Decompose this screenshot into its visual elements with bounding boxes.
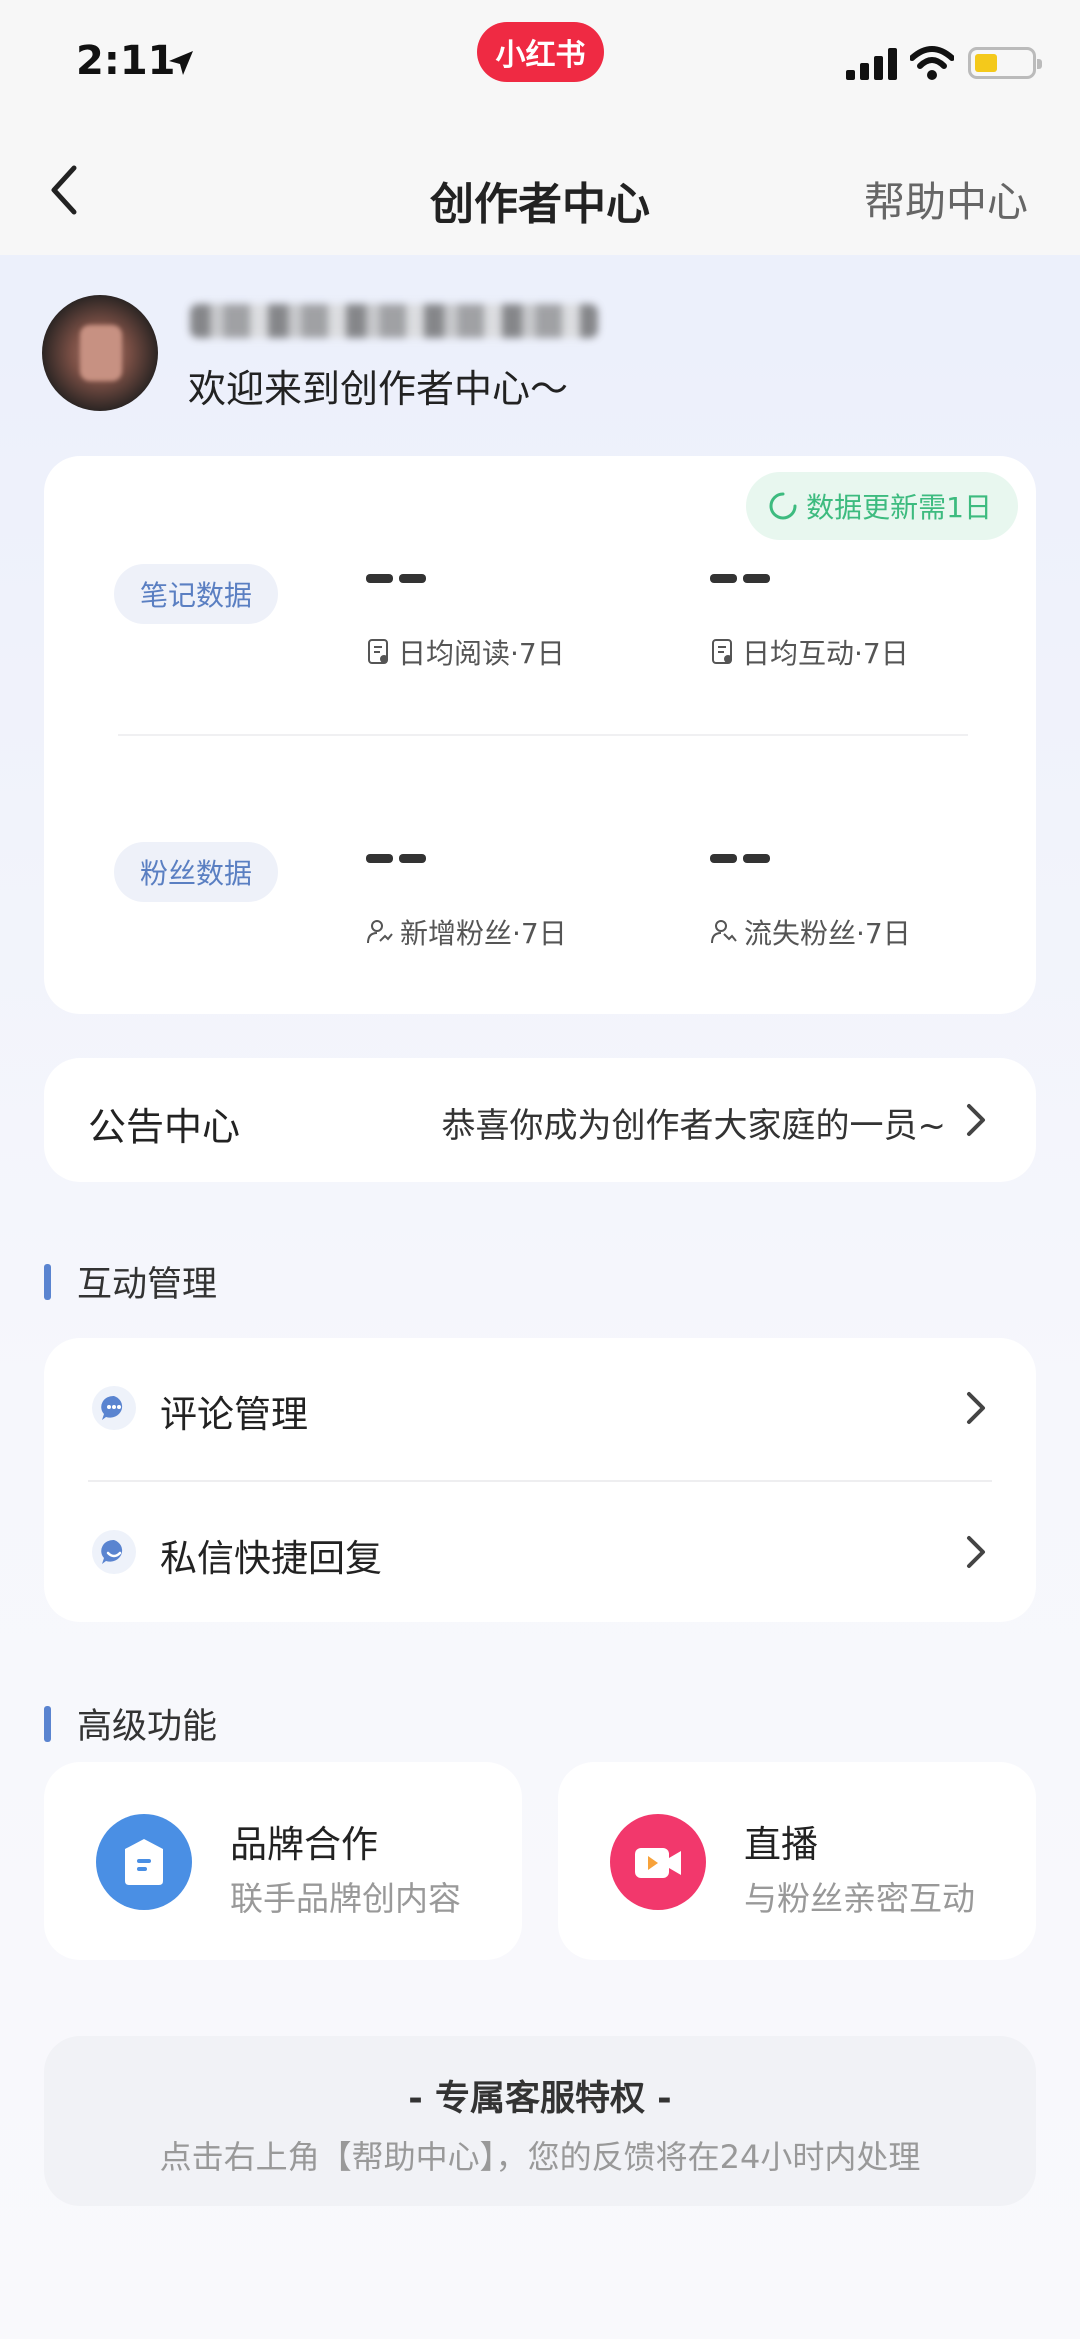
chevron-right-icon: [967, 1104, 985, 1136]
avatar[interactable]: [42, 295, 158, 411]
live-stream-card[interactable]: 直播 与粉丝亲密互动: [558, 1762, 1036, 1960]
notice-center-row[interactable]: 公告中心 恭喜你成为创作者大家庭的一员~: [44, 1058, 1036, 1182]
interaction-section-heading: 互动管理: [44, 1256, 217, 1307]
daily-interaction-label: 日均互动·7日: [742, 637, 909, 670]
blurred-username: [190, 304, 598, 338]
status-time: 2:11: [76, 38, 176, 84]
status-bar: 2:11 小红书: [0, 0, 1080, 130]
advanced-heading-text: 高级功能: [77, 1707, 218, 1747]
comment-icon: [92, 1386, 136, 1430]
service-description: 点击右上角【帮助中心】，您的反馈将在24小时内处理: [159, 2138, 921, 2176]
brand-cooperation-card[interactable]: 品牌合作 联手品牌创内容: [44, 1762, 522, 1960]
fans-data-label: 粉丝数据: [114, 842, 278, 902]
daily-interaction-metric: 日均互动·7日: [710, 632, 909, 672]
interaction-list: 评论管理 私信快捷回复: [44, 1338, 1036, 1622]
daily-reads-metric: 日均阅读·7日: [366, 632, 565, 672]
section-accent-bar: [44, 1705, 51, 1742]
app-brand-badge: 小红书: [477, 22, 604, 82]
data-update-badge: 数据更新需1日: [746, 472, 1018, 540]
live-stream-title: 直播: [744, 1823, 818, 1866]
brand-cooperation-title: 品牌合作: [230, 1823, 378, 1866]
lost-fans-metric: 流失粉丝·7日: [710, 912, 911, 952]
live-stream-subtitle: 与粉丝亲密互动: [744, 1879, 975, 1918]
help-center-link[interactable]: 帮助中心: [864, 168, 1028, 228]
user-trend-icon: [367, 920, 393, 944]
welcome-text: 欢迎来到创作者中心～: [188, 367, 569, 411]
chevron-right-icon: [967, 1392, 985, 1424]
data-update-text: 数据更新需1日: [806, 491, 992, 524]
user-trend-icon: [711, 920, 737, 944]
data-overview-card: 数据更新需1日 笔记数据 日均阅读·7日 日均互动·7日 粉丝数据 新增粉丝·7…: [44, 456, 1036, 1014]
chevron-right-icon: [967, 1536, 985, 1568]
interaction-heading-text: 互动管理: [77, 1265, 218, 1305]
new-fans-metric: 新增粉丝·7日: [366, 912, 567, 952]
daily-reads-value: [366, 574, 426, 583]
wifi-icon: [910, 46, 954, 80]
note-data-label: 笔记数据: [114, 564, 278, 624]
location-arrow-icon: [169, 51, 193, 75]
comment-management-label: 评论管理: [160, 1393, 308, 1436]
daily-reads-label: 日均阅读·7日: [398, 637, 565, 670]
quick-reply-label: 私信快捷回复: [160, 1537, 382, 1580]
daily-interaction-value: [710, 574, 770, 583]
refresh-icon: [769, 492, 797, 520]
notice-title: 公告中心: [88, 1105, 241, 1149]
exclusive-service-banner: - 专属客服特权 - 点击右上角【帮助中心】，您的反馈将在24小时内处理: [44, 2036, 1036, 2206]
card-divider: [118, 734, 968, 736]
document-icon: [368, 639, 388, 664]
service-title: - 专属客服特权 -: [408, 2079, 672, 2119]
advanced-section-heading: 高级功能: [44, 1698, 217, 1749]
lost-fans-label: 流失粉丝·7日: [744, 917, 911, 950]
lost-fans-value: [710, 854, 770, 863]
brand-cooperation-icon: [96, 1814, 192, 1910]
live-stream-icon: [610, 1814, 706, 1910]
new-fans-value: [366, 854, 426, 863]
comment-management-row[interactable]: 评论管理: [44, 1338, 1036, 1478]
navigation-bar: 创作者中心 帮助中心: [0, 130, 1080, 255]
quick-reply-row[interactable]: 私信快捷回复: [44, 1482, 1036, 1622]
cellular-signal-icon: [846, 48, 897, 80]
section-accent-bar: [44, 1263, 51, 1300]
battery-icon: [968, 47, 1042, 79]
new-fans-label: 新增粉丝·7日: [400, 917, 567, 950]
brand-cooperation-subtitle: 联手品牌创内容: [230, 1879, 461, 1918]
notice-message: 恭喜你成为创作者大家庭的一员~: [441, 1106, 947, 1146]
document-icon: [712, 639, 732, 664]
message-icon: [92, 1530, 136, 1574]
